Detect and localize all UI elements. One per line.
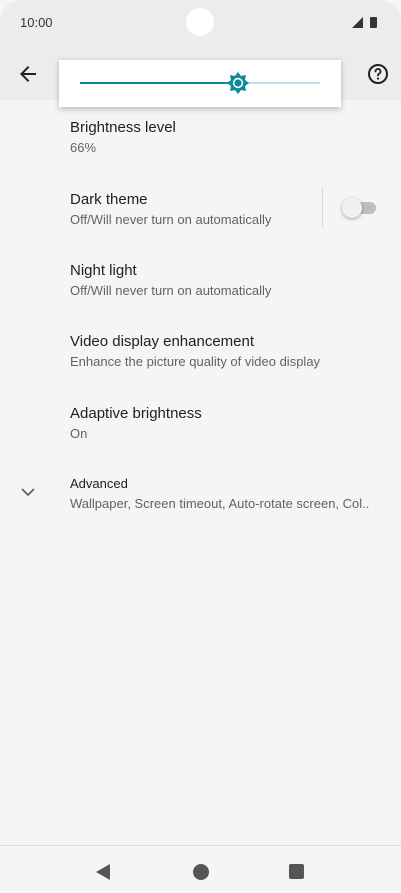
circle-home-icon[interactable] bbox=[193, 864, 209, 880]
setting-title: Brightness level bbox=[70, 119, 176, 136]
dark-theme-toggle[interactable] bbox=[342, 198, 376, 218]
setting-summary: Enhance the picture quality of video dis… bbox=[70, 354, 321, 369]
arrow-back-icon[interactable] bbox=[16, 62, 40, 86]
status-time: 10:00 bbox=[20, 15, 53, 30]
setting-summary: On bbox=[70, 426, 88, 441]
setting-title: Advanced bbox=[70, 476, 128, 491]
navigation-bar bbox=[0, 845, 401, 893]
setting-summary: 66% bbox=[70, 140, 97, 155]
chevron-down-icon[interactable] bbox=[18, 484, 38, 500]
setting-adaptive-brightness[interactable]: Adaptive brightness On bbox=[70, 405, 390, 442]
setting-summary: Off/Will never turn on automatically bbox=[70, 283, 272, 298]
setting-title: Adaptive brightness bbox=[70, 405, 202, 422]
divider bbox=[322, 187, 323, 228]
signal-battery-icon bbox=[352, 17, 377, 28]
status-bar: 10:00 bbox=[0, 0, 401, 46]
setting-night-light[interactable]: Night light Off/Will never turn on autom… bbox=[70, 262, 390, 299]
help-circle-icon[interactable] bbox=[366, 62, 390, 86]
brightness-slider-popup bbox=[59, 60, 341, 107]
brightness-sun-icon[interactable] bbox=[227, 72, 249, 94]
setting-advanced[interactable]: Advanced Wallpaper, Screen timeout, Auto… bbox=[70, 475, 390, 512]
setting-title: Video display enhancement bbox=[70, 333, 255, 350]
setting-video-display-enhancement[interactable]: Video display enhancement Enhance the pi… bbox=[70, 333, 390, 370]
slider-track-fill bbox=[80, 82, 238, 84]
toggle-knob bbox=[342, 198, 362, 218]
setting-brightness-level[interactable]: Brightness level 66% bbox=[70, 119, 390, 156]
camera-cutout bbox=[186, 8, 214, 36]
setting-title: Night light bbox=[70, 262, 137, 279]
setting-summary: Wallpaper, Screen timeout, Auto-rotate s… bbox=[70, 496, 370, 511]
square-recents-icon[interactable] bbox=[289, 864, 304, 879]
triangle-back-icon[interactable] bbox=[95, 863, 111, 881]
setting-summary: Off/Will never turn on automatically bbox=[70, 212, 272, 227]
